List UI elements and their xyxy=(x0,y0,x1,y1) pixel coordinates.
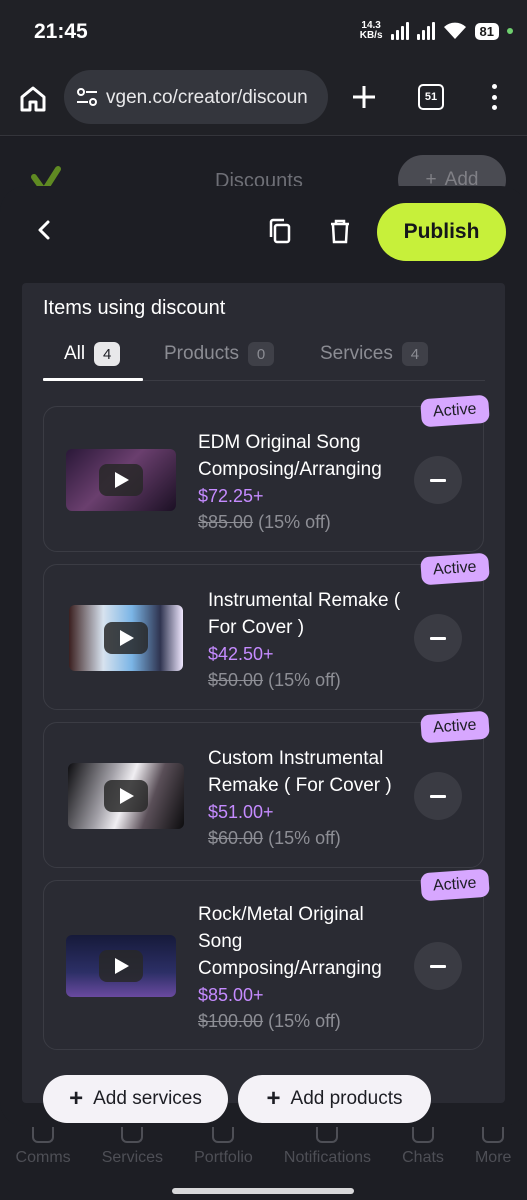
status-icons: 14.3 KB/s 81 xyxy=(360,18,513,44)
discounted-price: $51.00+ xyxy=(208,802,274,822)
add-services-button[interactable]: + Add services xyxy=(43,1075,228,1123)
service-thumbnail xyxy=(68,763,184,829)
chat-icon xyxy=(412,1127,434,1143)
signal-icon xyxy=(390,22,409,40)
add-products-button[interactable]: + Add products xyxy=(238,1075,431,1123)
service-title: EDM Original Song Composing/Arranging xyxy=(198,432,382,480)
privacy-dot-icon xyxy=(507,28,513,34)
discounted-price: $85.00+ xyxy=(198,985,264,1005)
bottom-nav: Comms Services Portfolio Notifications C… xyxy=(0,1127,527,1187)
service-thumbnail xyxy=(69,605,183,671)
remove-item-button[interactable] xyxy=(414,614,462,662)
discounted-price: $42.50+ xyxy=(208,644,274,664)
service-title: Rock/Metal Original Song Composing/Arran… xyxy=(198,904,382,979)
publish-button[interactable]: Publish xyxy=(377,203,506,261)
nav-item-more[interactable]: More xyxy=(475,1127,511,1187)
tab-count-badge: 4 xyxy=(94,342,121,366)
service-thumbnail xyxy=(66,449,176,511)
service-card[interactable]: Custom Instrumental Remake ( For Cover )… xyxy=(43,722,484,868)
service-title: Instrumental Remake ( For Cover ) xyxy=(208,590,401,638)
nav-item-chats[interactable]: Chats xyxy=(402,1127,444,1187)
nav-item-comms[interactable]: Comms xyxy=(16,1127,71,1187)
tab-products[interactable]: Products 0 xyxy=(164,339,274,369)
nav-item-portfolio[interactable]: Portfolio xyxy=(194,1127,253,1187)
wifi-icon xyxy=(443,22,466,39)
service-card[interactable]: Rock/Metal Original Song Composing/Arran… xyxy=(43,880,484,1050)
status-badge: Active xyxy=(420,552,490,586)
gesture-bar xyxy=(172,1188,354,1194)
service-info: Custom Instrumental Remake ( For Cover )… xyxy=(208,745,418,851)
tab-all[interactable]: All 4 xyxy=(64,339,121,369)
play-icon xyxy=(99,950,143,982)
remove-item-button[interactable] xyxy=(414,772,462,820)
battery-icon: 81 xyxy=(474,22,499,40)
play-icon xyxy=(104,622,148,654)
more-menu-icon[interactable] xyxy=(486,82,502,112)
site-settings-icon[interactable] xyxy=(76,87,98,107)
tab-services[interactable]: Services 4 xyxy=(320,339,428,369)
portfolio-icon xyxy=(212,1127,235,1143)
play-icon xyxy=(104,780,148,812)
plus-icon: + xyxy=(266,1085,281,1112)
original-price: $100.00 (15% off) xyxy=(198,1011,341,1031)
url-bar[interactable]: vgen.co/creator/discoun xyxy=(64,70,328,124)
remove-item-button[interactable] xyxy=(414,942,462,990)
signal-icon xyxy=(416,22,435,40)
discount-editor-sheet: Publish Items using discount All 4 Produ… xyxy=(0,186,527,1126)
tab-switcher-button[interactable]: 51 xyxy=(418,84,444,110)
bell-icon xyxy=(316,1127,339,1143)
tab-count-badge: 0 xyxy=(247,342,274,366)
back-arrow-icon[interactable] xyxy=(30,216,58,244)
original-price: $50.00 (15% off) xyxy=(208,670,341,690)
network-speed: 14.3 KB/s xyxy=(359,20,383,41)
status-badge: Active xyxy=(420,868,490,902)
nav-item-services[interactable]: Services xyxy=(102,1127,163,1187)
service-card[interactable]: EDM Original Song Composing/Arranging $7… xyxy=(43,406,484,552)
trash-icon[interactable] xyxy=(327,217,353,245)
discounted-price: $72.25+ xyxy=(198,486,264,506)
service-info: Rock/Metal Original Song Composing/Arran… xyxy=(198,901,408,1034)
status-badge: Active xyxy=(420,394,490,428)
new-tab-icon[interactable] xyxy=(349,82,379,112)
play-icon xyxy=(99,464,143,496)
status-badge: Active xyxy=(420,710,490,744)
section-title: Items using discount xyxy=(43,297,226,319)
comms-icon xyxy=(32,1127,55,1143)
original-price: $60.00 (15% off) xyxy=(208,828,341,848)
service-thumbnail xyxy=(66,935,176,997)
services-icon xyxy=(121,1127,144,1143)
tab-count-badge: 4 xyxy=(401,342,428,366)
status-bar: 21:45 14.3 KB/s 81 xyxy=(0,0,527,64)
original-price: $85.00 (15% off) xyxy=(198,512,331,532)
remove-item-button[interactable] xyxy=(414,456,462,504)
status-time: 21:45 xyxy=(34,20,88,43)
home-icon[interactable] xyxy=(18,84,48,114)
menu-icon xyxy=(482,1127,505,1143)
service-card[interactable]: Instrumental Remake ( For Cover ) $42.50… xyxy=(43,564,484,710)
service-title: Custom Instrumental Remake ( For Cover ) xyxy=(208,748,392,796)
plus-icon: + xyxy=(69,1085,84,1112)
service-info: Instrumental Remake ( For Cover ) $42.50… xyxy=(208,587,418,693)
copy-icon[interactable] xyxy=(266,217,294,245)
url-text: vgen.co/creator/discoun xyxy=(106,87,308,108)
service-info: EDM Original Song Composing/Arranging $7… xyxy=(198,429,408,535)
browser-toolbar: vgen.co/creator/discoun 51 xyxy=(0,64,527,136)
items-panel: Items using discount All 4 Products 0 Se… xyxy=(22,283,505,1103)
active-tab-indicator xyxy=(43,378,143,381)
nav-item-notifications[interactable]: Notifications xyxy=(284,1127,371,1187)
